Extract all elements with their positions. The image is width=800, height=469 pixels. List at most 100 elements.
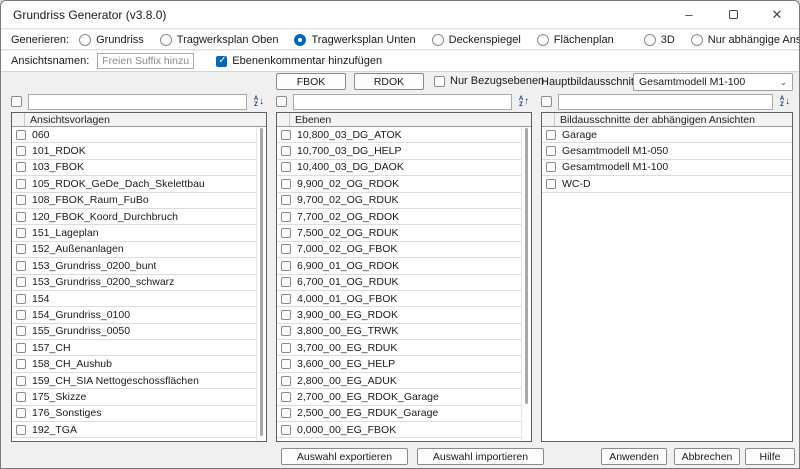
list-item[interactable]: 192_TGA [12,422,266,438]
list-item[interactable]: 108_FBOK_Raum_FuBo [12,193,266,209]
radio-icon-selected[interactable] [294,34,306,46]
item-checkbox[interactable] [16,376,26,386]
list-item[interactable]: 10,400_03_DG_DAOK [277,160,531,176]
list-item[interactable]: 6,900_01_OG_RDOK [277,258,531,274]
close-icon[interactable]: ✕ [755,1,799,28]
vertical-scrollbar[interactable] [256,127,266,441]
filter-input[interactable] [293,94,512,110]
export-selection-button[interactable]: Auswahl exportieren [281,448,408,465]
item-checkbox[interactable] [281,162,291,172]
item-checkbox[interactable] [281,376,291,386]
item-checkbox[interactable] [281,244,291,254]
filter-input[interactable] [558,94,773,110]
radio-nur-abhaengige-ansichten[interactable]: Nur abhängige Ansichten [691,34,800,46]
list-item[interactable]: 176_Sonstiges [12,406,266,422]
list-item[interactable]: Gesamtmodell M1-050 [542,143,792,159]
scrollbar-thumb[interactable] [260,128,263,436]
scrollbar-thumb[interactable] [525,128,528,404]
list-item[interactable]: 204_Waende_Stuetzen [12,438,266,441]
radio-icon[interactable] [432,34,444,46]
item-checkbox[interactable] [16,228,26,238]
item-checkbox[interactable] [546,130,556,140]
list-item[interactable]: 7,500_02_OG_RDUK [277,225,531,241]
list-item[interactable]: -0,100_01_FU_RDOK [277,438,531,441]
list-item[interactable]: 10,800_03_DG_ATOK [277,127,531,143]
radio-icon[interactable] [691,34,703,46]
import-selection-button[interactable]: Auswahl importieren [417,448,544,465]
item-checkbox[interactable] [281,261,291,271]
list-item[interactable]: 154 [12,291,266,307]
list-item[interactable]: 10,700_03_DG_HELP [277,143,531,159]
item-checkbox[interactable] [281,343,291,353]
item-checkbox[interactable] [281,179,291,189]
list-item[interactable]: 155_Grundriss_0050 [12,324,266,340]
item-checkbox[interactable] [16,392,26,402]
list-item[interactable]: WC-D [542,176,792,192]
item-checkbox[interactable] [16,294,26,304]
radio-3d[interactable]: 3D [644,34,675,46]
item-checkbox[interactable] [546,162,556,172]
list-item[interactable]: 2,800_00_EG_ADUK [277,373,531,389]
help-button[interactable]: Hilfe [745,448,795,465]
item-checkbox[interactable] [16,343,26,353]
list-item[interactable]: 2,700_00_EG_RDOK_Garage [277,389,531,405]
maximize-icon[interactable] [711,1,755,28]
select-all-checkbox[interactable] [11,96,22,107]
list-item[interactable]: 154_Grundriss_0100 [12,307,266,323]
item-checkbox[interactable] [16,162,26,172]
list-item[interactable]: 105_RDOK_GeDe_Dach_Skelettbau [12,176,266,192]
list-item[interactable]: 6,700_01_OG_RDUK [277,275,531,291]
radio-tragwerksplan-oben[interactable]: Tragwerksplan Oben [160,34,279,46]
item-checkbox[interactable] [16,195,26,205]
list-item[interactable]: 7,700_02_OG_RDOK [277,209,531,225]
apply-button[interactable]: Anwenden [601,448,667,465]
cancel-button[interactable]: Abbrechen [674,448,740,465]
item-checkbox[interactable] [281,359,291,369]
select-all-checkbox[interactable] [541,96,552,107]
item-checkbox[interactable] [16,261,26,271]
item-checkbox[interactable] [281,425,291,435]
radio-icon[interactable] [644,34,656,46]
list-item[interactable]: 3,600_00_EG_HELP [277,356,531,372]
checkbox-checked-icon[interactable] [216,56,227,67]
list-item[interactable]: 4,000_01_OG_FBOK [277,291,531,307]
item-checkbox[interactable] [16,408,26,418]
item-checkbox[interactable] [281,408,291,418]
item-checkbox[interactable] [546,146,556,156]
minimize-icon[interactable]: – [667,1,711,28]
list-item[interactable]: 101_RDOK [12,143,266,159]
item-checkbox[interactable] [546,179,556,189]
filter-input[interactable] [28,94,247,110]
item-checkbox[interactable] [16,359,26,369]
suffix-input[interactable] [97,53,194,69]
item-checkbox[interactable] [281,277,291,287]
checkbox-icon[interactable] [434,76,445,87]
rdok-button[interactable]: RDOK [354,73,424,90]
list-item[interactable]: 9,700_02_OG_RDUK [277,193,531,209]
item-checkbox[interactable] [16,212,26,222]
radio-deckenspiegel[interactable]: Deckenspiegel [432,34,521,46]
radio-tragwerksplan-unten[interactable]: Tragwerksplan Unten [294,34,415,46]
list-item[interactable]: 060 [12,127,266,143]
item-checkbox[interactable] [281,294,291,304]
list-item[interactable]: 0,000_00_EG_FBOK [277,422,531,438]
ebenenkommentar-checkbox[interactable]: Ebenenkommentar hinzufügen [216,55,382,67]
radio-icon[interactable] [160,34,172,46]
item-checkbox[interactable] [281,146,291,156]
fbok-button[interactable]: FBOK [276,73,346,90]
radio-grundriss[interactable]: Grundriss [79,34,144,46]
list-item[interactable]: 7,000_02_OG_FBOK [277,242,531,258]
list-item[interactable]: Gesamtmodell M1-100 [542,160,792,176]
item-checkbox[interactable] [16,130,26,140]
list-item[interactable]: 103_FBOK [12,160,266,176]
sort-az-down-icon[interactable]: AZ↓ [251,94,267,109]
item-checkbox[interactable] [16,425,26,435]
radio-icon[interactable] [537,34,549,46]
list-item[interactable]: 158_CH_Aushub [12,356,266,372]
list-item[interactable]: 159_CH_SIA Nettogeschossflächen [12,373,266,389]
radio-icon[interactable] [79,34,91,46]
item-checkbox[interactable] [281,195,291,205]
list-item[interactable]: 152_Außenanlagen [12,242,266,258]
sort-az-up-icon[interactable]: AZ↑ [516,94,532,109]
item-checkbox[interactable] [281,212,291,222]
